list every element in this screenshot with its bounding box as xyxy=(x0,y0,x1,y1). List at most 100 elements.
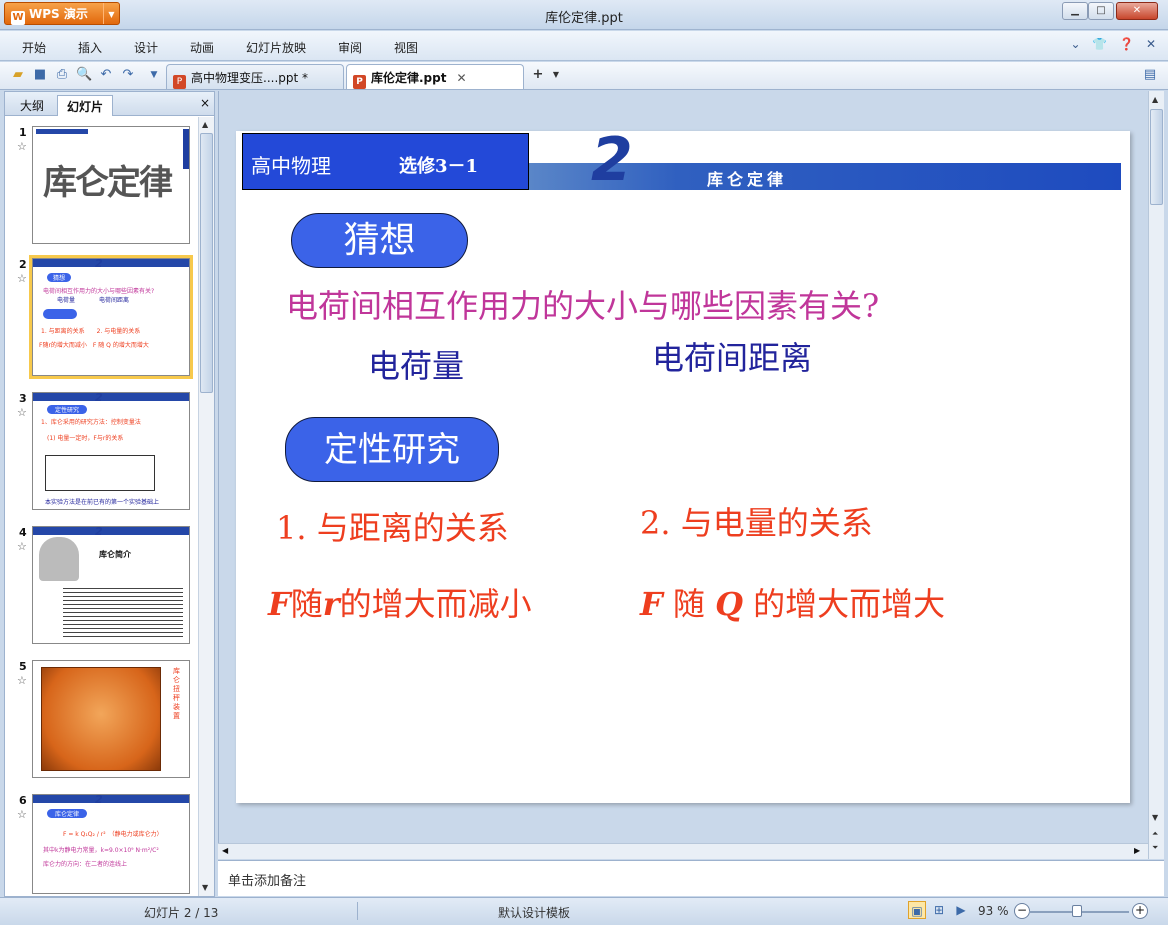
scroll-up-icon[interactable]: ▲ xyxy=(1152,95,1158,104)
tab-dropdown-icon[interactable]: ▼ xyxy=(548,67,564,83)
scroll-down-icon[interactable]: ▼ xyxy=(1152,813,1158,822)
slide-number: 2 xyxy=(19,258,27,271)
ppt-file-icon: P xyxy=(173,75,186,89)
template-name: 默认设计模板 xyxy=(498,906,571,920)
menu-design[interactable]: 设计 xyxy=(134,39,158,56)
close-icon[interactable]: ✕ xyxy=(1146,37,1156,51)
previous-slide-icon[interactable]: ⏶ xyxy=(1152,829,1158,839)
panel-scrollbar[interactable]: ▲ ▼ xyxy=(198,117,214,896)
relation-distance: 1. 与距离的关系 xyxy=(276,509,509,547)
result-distance: F随r的增大而减小 xyxy=(268,585,532,623)
course-label: 选修3－1 xyxy=(399,156,479,177)
hypothesis-heading: 猜想 xyxy=(291,213,468,268)
factor-charge: 电荷量 xyxy=(368,347,465,385)
close-button[interactable]: ✕ xyxy=(1116,2,1158,20)
scroll-up-icon[interactable]: ▲ xyxy=(202,120,208,129)
normal-view-icon[interactable]: ▣ xyxy=(908,901,926,919)
menu-right-icons: ⌄ 👕 ❓ ✕ xyxy=(1062,37,1156,51)
layout-icon[interactable]: ▤ xyxy=(1142,67,1158,83)
customize-dropdown-icon[interactable]: ▼ xyxy=(146,67,162,83)
close-tab-icon[interactable]: ✕ xyxy=(456,71,466,85)
animation-star-icon: ☆ xyxy=(17,808,27,821)
slide-counter: 幻灯片 2 / 13 xyxy=(144,906,219,920)
slide-thumbnail-4[interactable]: 2 库仑简介 xyxy=(32,526,190,644)
doc-tab-label: 高中物理变压....ppt * xyxy=(191,71,309,85)
shirt-icon[interactable]: 👕 xyxy=(1092,37,1107,51)
current-slide[interactable]: 高中物理 选修3－1 2 库仑定律 猜想 电荷间相互作用力的大小与哪些因素有关?… xyxy=(236,131,1130,803)
slide-number: 4 xyxy=(19,526,27,539)
redo-icon[interactable]: ↷ xyxy=(120,67,136,83)
new-tab-icon[interactable]: + xyxy=(530,67,546,83)
tab-slides[interactable]: 幻灯片 xyxy=(57,95,114,116)
slide-panel: 大纲 幻灯片 × 1 ☆ 库仑定律 2 ☆ 2 猜想 电荷间相互作用力的大小与哪… xyxy=(4,91,215,897)
slide-banner-left: 高中物理 选修3－1 xyxy=(242,133,529,190)
quick-toolbar: ▰ ■ ⎙ 🔍 ↶ ↷ ▼ P 高中物理变压....ppt * P 库伦定律.ppt… xyxy=(0,62,1168,90)
animation-star-icon: ☆ xyxy=(17,540,27,553)
scrollbar-thumb[interactable] xyxy=(200,133,213,393)
next-slide-icon[interactable]: ⏷ xyxy=(1152,843,1158,853)
scrollbar-thumb[interactable] xyxy=(1150,109,1163,205)
menu-home[interactable]: 开始 xyxy=(22,39,46,56)
slide-number: 6 xyxy=(19,794,27,807)
menu-review[interactable]: 审阅 xyxy=(338,39,362,56)
slide-number: 1 xyxy=(19,126,27,139)
ppt-file-icon: P xyxy=(353,75,366,89)
doc-tab-label: 库伦定律.ppt xyxy=(371,71,447,85)
animation-star-icon: ☆ xyxy=(17,140,27,153)
undo-icon[interactable]: ↶ xyxy=(98,67,114,83)
slideshow-icon[interactable]: ▶ xyxy=(952,901,970,919)
slide-thumbnail-6[interactable]: 2 库仑定律 F = k Q₁Q₂ / r² （静电力或库仑力） 其中k为静电力… xyxy=(32,794,190,894)
close-panel-icon[interactable]: × xyxy=(200,96,210,110)
menu-insert[interactable]: 插入 xyxy=(78,39,102,56)
tab-outline[interactable]: 大纲 xyxy=(11,95,53,116)
save-icon[interactable]: ■ xyxy=(32,67,48,83)
print-preview-icon[interactable]: 🔍 xyxy=(76,67,92,83)
notes-placeholder: 单击添加备注 xyxy=(228,874,307,889)
slide-thumbnail-1[interactable]: 库仑定律 xyxy=(32,126,190,244)
animation-star-icon: ☆ xyxy=(17,272,27,285)
thumb-title: 库仑定律 xyxy=(43,163,173,203)
title-bar: W WPS 演示 ▼ 库伦定律.ppt ▁ □ ✕ xyxy=(0,0,1168,30)
maximize-button[interactable]: □ xyxy=(1088,2,1114,20)
chapter-number: 2 xyxy=(591,133,633,190)
slide-thumbnail-3[interactable]: 2 定性研究 1、库仑采用的研究方法：控制变量法 (1) 电量一定时，F与r的关… xyxy=(32,392,190,510)
portrait-image xyxy=(39,537,79,581)
animation-star-icon: ☆ xyxy=(17,674,27,687)
slide-number: 3 xyxy=(19,392,27,405)
print-icon[interactable]: ⎙ xyxy=(54,67,70,83)
editor-horizontal-scrollbar[interactable]: ◀ ▶ xyxy=(218,843,1148,859)
doc-tab-1[interactable]: P 高中物理变压....ppt * xyxy=(166,64,344,89)
window-title: 库伦定律.ppt xyxy=(545,11,623,26)
editor-vertical-scrollbar[interactable]: ▲ ▼ ⏶ ⏷ xyxy=(1148,91,1164,859)
zoom-in-icon[interactable]: + xyxy=(1132,903,1148,919)
open-folder-icon[interactable]: ▰ xyxy=(10,67,26,83)
minimize-button[interactable]: ▁ xyxy=(1062,2,1088,20)
menu-view[interactable]: 视图 xyxy=(394,39,418,56)
panel-tabs: 大纲 幻灯片 × xyxy=(5,92,214,116)
subject-label: 高中物理 xyxy=(251,154,331,178)
help-icon[interactable]: ❓ xyxy=(1119,37,1134,51)
thumb-title: 定性研究 xyxy=(47,405,87,414)
slide-thumbnail-2[interactable]: 2 猜想 电荷间相互作用力的大小与哪些因素有关? 电荷量 电荷间距离 1. 与距… xyxy=(29,255,193,379)
result-charge: F 随 Q 的增大而增大 xyxy=(640,585,946,623)
scroll-left-icon[interactable]: ◀ xyxy=(222,846,228,855)
zoom-out-icon[interactable]: − xyxy=(1014,903,1030,919)
thumb-title: 库仑简介 xyxy=(99,550,131,559)
notes-pane[interactable]: 单击添加备注 xyxy=(218,860,1164,896)
relation-charge: 2. 与电量的关系 xyxy=(640,504,873,542)
scroll-down-icon[interactable]: ▼ xyxy=(202,883,208,892)
scroll-right-icon[interactable]: ▶ xyxy=(1134,846,1140,855)
chevron-down-icon[interactable]: ⌄ xyxy=(1070,37,1080,51)
doc-tab-2[interactable]: P 库伦定律.ppt ✕ xyxy=(346,64,524,89)
torsion-balance-image xyxy=(41,667,161,771)
menu-animation[interactable]: 动画 xyxy=(190,39,214,56)
slide-thumbnail-5[interactable]: 库仑扭秤装置 xyxy=(32,660,190,778)
qualitative-heading: 定性研究 xyxy=(285,417,499,482)
thumb-title: 库仑定律 xyxy=(47,809,87,818)
menu-slideshow[interactable]: 幻灯片放映 xyxy=(246,39,306,56)
zoom-slider-handle[interactable] xyxy=(1072,905,1082,917)
question-text: 电荷间相互作用力的大小与哪些因素有关? xyxy=(286,287,880,325)
slide-sorter-icon[interactable]: ⊞ xyxy=(930,901,948,919)
zoom-level: 93 % xyxy=(978,904,1009,918)
status-bar: 幻灯片 2 / 13 默认设计模板 ▣ ⊞ ▶ 93 % − + xyxy=(0,897,1168,925)
